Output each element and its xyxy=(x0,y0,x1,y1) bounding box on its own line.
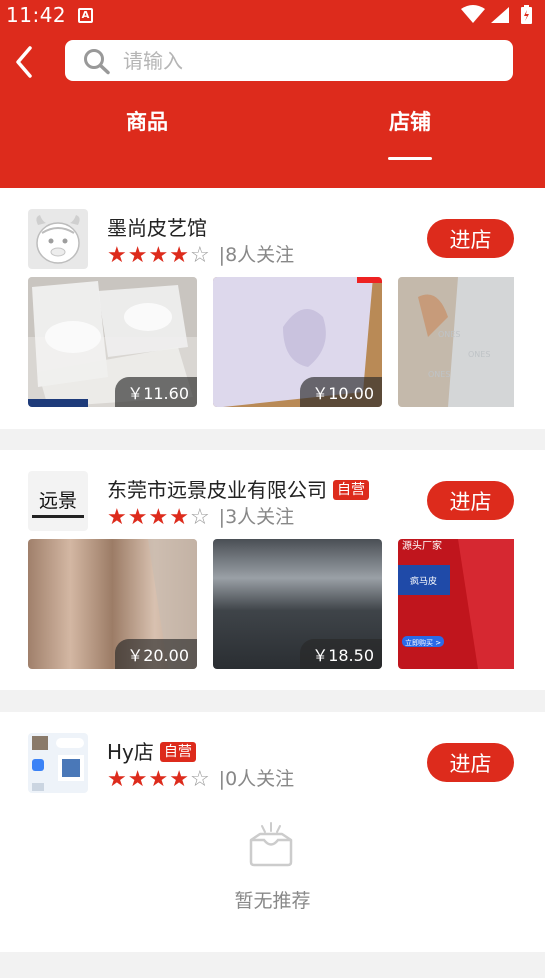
status-bar: 11:42 A xyxy=(0,0,545,32)
star-filled-icon: ★ xyxy=(107,767,128,792)
star-empty-icon: ☆ xyxy=(189,243,211,268)
shop-name-text: 墨尚皮艺馆 xyxy=(107,216,207,240)
shop-card: 远景 东莞市远景皮业有限公司自营 ★★★★☆ |3人关注 进店 ￥20.00 xyxy=(0,450,545,690)
svg-text:ONES: ONES xyxy=(468,350,490,359)
product-thumbnail[interactable]: ￥18.50 xyxy=(213,539,382,669)
search-bar[interactable] xyxy=(65,40,513,81)
signal-icon xyxy=(491,7,509,23)
shop-card: 墨尚皮艺馆 ★★★★☆ |8人关注 进店 ￥11.60 ￥10.00 ONES … xyxy=(0,188,545,429)
product-thumbnail[interactable]: 源头厂家 疯马皮 立即购买 > ￥ xyxy=(398,539,514,669)
product-thumbnail[interactable]: ONESONESONES ￥ xyxy=(398,277,514,407)
logo-text: 远景 xyxy=(39,490,77,512)
back-arrow-icon[interactable] xyxy=(10,42,44,82)
system-status-icons xyxy=(461,5,532,24)
product-price: ￥18.50 xyxy=(300,639,382,669)
shop-logo[interactable] xyxy=(28,209,88,269)
star-rating: ★★★★☆ |8人关注 xyxy=(107,240,294,268)
follower-count: |8人关注 xyxy=(218,244,295,266)
svg-text:ONES: ONES xyxy=(438,330,460,339)
star-filled-icon: ★ xyxy=(127,767,149,792)
shop-card: Hy店 自营 ★★★★☆ |0人关注 进店 暂无推荐 xyxy=(0,712,545,952)
product-price: ￥11.60 xyxy=(115,377,197,407)
tab-goods[interactable]: 商品 xyxy=(87,106,207,136)
follower-count: |3人关注 xyxy=(218,506,295,528)
shop-name[interactable]: 墨尚皮艺馆 xyxy=(107,212,207,241)
self-operated-badge: 自营 xyxy=(159,742,196,762)
wifi-icon xyxy=(461,5,485,23)
calligraphy-logo-icon: 远景 xyxy=(28,471,88,531)
shop-name-text: Hy店 xyxy=(107,740,154,764)
star-empty-icon: ☆ xyxy=(189,505,211,530)
svg-text:ONES: ONES xyxy=(428,370,450,379)
star-filled-icon: ★ xyxy=(107,243,128,268)
product-thumbnail[interactable]: ￥10.00 xyxy=(213,277,382,407)
product-price: ￥10.00 xyxy=(300,377,382,407)
shop-name-text: 东莞市远景皮业有限公司 xyxy=(107,478,327,502)
shop-name[interactable]: Hy店 自营 xyxy=(107,736,196,765)
star-rating: ★★★★☆ |0人关注 xyxy=(107,764,294,792)
search-input[interactable] xyxy=(123,48,483,74)
follower-count: |0人关注 xyxy=(218,768,295,790)
product-thumbnail[interactable]: ￥11.60 xyxy=(28,277,197,407)
star-filled-icon: ★ xyxy=(148,767,170,792)
shop-logo[interactable] xyxy=(28,733,88,793)
shop-name[interactable]: 东莞市远景皮业有限公司 自营 xyxy=(107,474,369,503)
enter-shop-button[interactable]: 进店 xyxy=(427,481,514,520)
app-screenshot-logo xyxy=(28,733,88,793)
ad-label: 疯马皮 xyxy=(410,575,437,587)
ad-tagline: 源头厂家 xyxy=(402,539,442,552)
frosted-film-photo: ONES ONES ONES xyxy=(398,277,514,407)
star-rating: ★★★★☆ |3人关注 xyxy=(107,502,294,530)
product-thumbnail[interactable]: ￥20.00 xyxy=(28,539,197,669)
star-filled-icon: ★ xyxy=(127,243,149,268)
header-bar: 11:42 A 商品 店铺 xyxy=(0,0,545,188)
enter-shop-button[interactable]: 进店 xyxy=(427,219,514,258)
cow-mascot-icon xyxy=(28,209,88,269)
tab-shops[interactable]: 店铺 xyxy=(350,106,470,136)
empty-box-icon xyxy=(249,822,293,867)
product-thumbnails: ￥20.00 ￥18.50 源头厂家 疯马皮 立即购买 > xyxy=(28,539,514,669)
star-filled-icon: ★ xyxy=(169,767,190,792)
star-empty-icon: ☆ xyxy=(189,767,211,792)
search-icon xyxy=(84,49,110,75)
app-notification-icon: A xyxy=(78,8,93,23)
star-filled-icon: ★ xyxy=(148,243,170,268)
status-time: 11:42 xyxy=(6,3,67,27)
star-filled-icon: ★ xyxy=(169,243,190,268)
shop-logo[interactable]: 远景 xyxy=(28,471,88,531)
crazy-horse-leather-ad: 源头厂家 疯马皮 立即购买 > xyxy=(398,539,514,669)
self-operated-badge: 自营 xyxy=(333,480,369,500)
star-filled-icon: ★ xyxy=(107,505,128,530)
enter-shop-button[interactable]: 进店 xyxy=(427,743,514,782)
active-tab-indicator xyxy=(388,157,432,160)
star-filled-icon: ★ xyxy=(169,505,190,530)
product-thumbnails: ￥11.60 ￥10.00 ONESONESONES ￥ xyxy=(28,277,514,407)
product-price: ￥20.00 xyxy=(115,639,197,669)
star-filled-icon: ★ xyxy=(127,505,149,530)
star-filled-icon: ★ xyxy=(148,505,170,530)
empty-recommendation-text: 暂无推荐 xyxy=(234,890,311,912)
ad-button-text: 立即购买 > xyxy=(405,638,441,647)
